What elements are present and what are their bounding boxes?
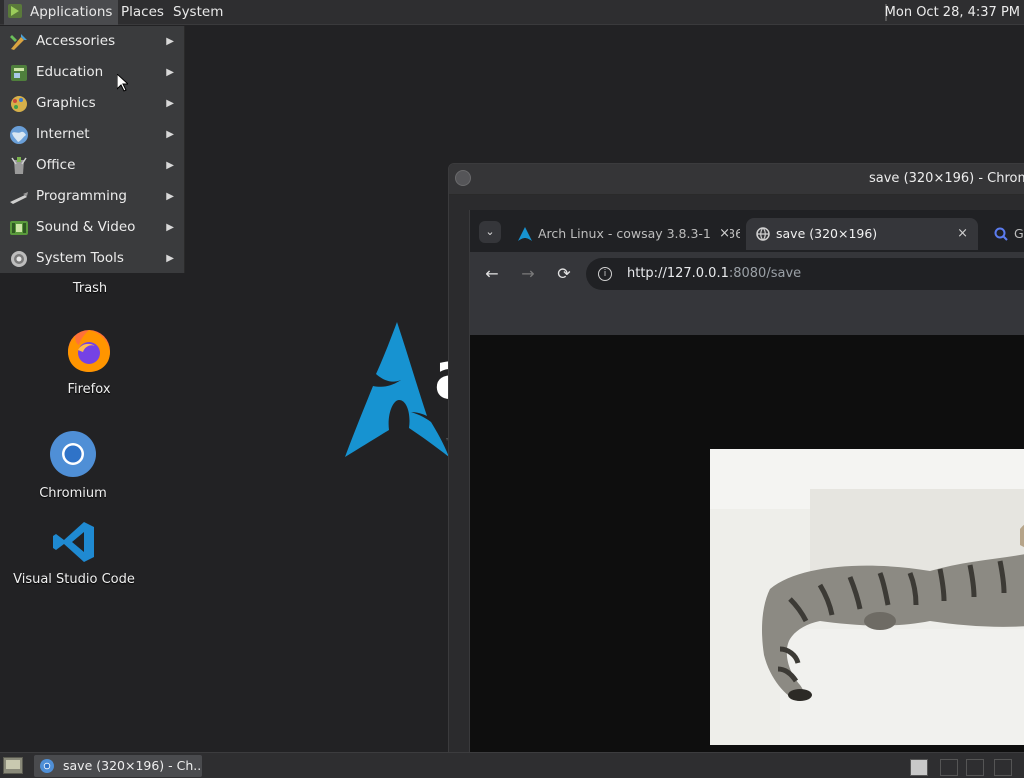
accessories-icon	[10, 34, 27, 50]
desktop-icon-trash[interactable]: Trash	[60, 277, 120, 296]
clock[interactable]: Mon Oct 28, 4:37 PM	[885, 0, 1020, 25]
system-tools-icon	[11, 251, 27, 267]
tab-search-button[interactable]: ⌄	[479, 221, 501, 243]
url-host: http://127.0.0.1	[627, 266, 729, 281]
firefox-label: Firefox	[67, 382, 111, 397]
menu-item-label: Internet	[36, 126, 90, 142]
menu-item-sound-video[interactable]: Sound & Video ▶	[0, 212, 184, 243]
page-viewport	[470, 335, 1024, 764]
url-text: http://127.0.0.1:8080/save	[627, 258, 801, 290]
menu-item-system-tools[interactable]: System Tools ▶	[0, 243, 184, 274]
graphics-icon	[11, 96, 27, 112]
sound-video-icon	[10, 221, 28, 235]
arch-favicon-icon	[518, 227, 532, 241]
menu-item-label: Education	[36, 64, 104, 80]
tab-third[interactable]: G	[984, 218, 1024, 250]
menu-item-label: Office	[36, 157, 76, 173]
tab-close-icon[interactable]: ×	[713, 218, 730, 250]
chromium-window[interactable]: save (320×196) - Chromium ⌄ Arch Linux -…	[448, 163, 1024, 765]
tab-arch-linux[interactable]: Arch Linux - cowsay 3.8.3-1 (x86_64) ×	[508, 218, 740, 250]
desktop-icon-chromium[interactable]: Chromium	[30, 430, 116, 501]
tab-title: Arch Linux - cowsay 3.8.3-1 (x86_64)	[538, 226, 740, 241]
desktop-icon-firefox[interactable]: Firefox	[52, 326, 126, 397]
applications-menu-button[interactable]: Applications	[4, 0, 119, 25]
workspace-1[interactable]	[910, 759, 928, 776]
browser-area: ⌄ Arch Linux - cowsay 3.8.3-1 (x86_64) ×…	[469, 210, 1024, 764]
bottom-panel: save (320×196) - Ch...	[0, 752, 1024, 778]
top-panel: Applications Places System Mon Oct 28, 4…	[0, 0, 1024, 25]
submenu-arrow-icon: ▶	[166, 98, 174, 109]
education-icon	[11, 65, 27, 81]
applications-label: Applications	[30, 4, 113, 20]
chromium-label: Chromium	[39, 486, 107, 501]
submenu-arrow-icon: ▶	[166, 191, 174, 202]
menu-item-accessories[interactable]: Accessories ▶	[0, 26, 184, 57]
submenu-arrow-icon: ▶	[166, 160, 174, 171]
desktop-icon-vscode[interactable]: Visual Studio Code	[10, 520, 138, 587]
site-info-icon[interactable]: i	[598, 267, 612, 281]
chromium-icon	[40, 759, 54, 773]
cat-photo	[710, 449, 1024, 745]
applications-icon	[8, 4, 22, 18]
trash-label: Trash	[72, 281, 108, 296]
bookmark-bar	[470, 297, 1024, 336]
tab-title: G	[1014, 226, 1024, 241]
window-close-button[interactable]	[455, 170, 471, 186]
vscode-label: Visual Studio Code	[13, 572, 135, 587]
menu-item-label: Sound & Video	[36, 219, 136, 235]
cat-image	[710, 449, 1024, 745]
submenu-arrow-icon: ▶	[166, 67, 174, 78]
globe-icon	[756, 227, 770, 241]
workspace-2[interactable]	[940, 759, 958, 776]
mouse-cursor-icon	[117, 74, 128, 92]
menu-item-programming[interactable]: Programming ▶	[0, 181, 184, 212]
tab-close-icon[interactable]: ×	[957, 218, 968, 250]
submenu-arrow-icon: ▶	[166, 253, 174, 264]
menu-item-office[interactable]: Office ▶	[0, 150, 184, 181]
menu-item-graphics[interactable]: Graphics ▶	[0, 88, 184, 119]
menu-item-label: Programming	[36, 188, 127, 204]
forward-button[interactable]: →	[518, 264, 538, 284]
menu-item-education[interactable]: Education ▶	[0, 57, 184, 88]
menu-item-label: Accessories	[36, 33, 116, 49]
workspace-4[interactable]	[994, 759, 1012, 776]
firefox-icon	[68, 330, 110, 372]
taskbar-item-label: save (320×196) - Ch...	[63, 758, 202, 773]
search-favicon-icon	[994, 227, 1008, 241]
applications-menu: Accessories ▶ Education ▶ Graphics ▶ Int…	[0, 26, 185, 273]
url-path: :8080/save	[728, 266, 802, 281]
internet-icon	[10, 126, 28, 144]
menu-item-label: System Tools	[36, 250, 124, 266]
back-button[interactable]: ←	[482, 264, 502, 284]
workspace-3[interactable]	[966, 759, 984, 776]
chevron-down-icon: ⌄	[485, 225, 495, 238]
chromium-icon	[50, 431, 96, 477]
vscode-icon	[53, 522, 94, 562]
tab-title: save (320×196)	[776, 226, 878, 241]
taskbar-item-chromium[interactable]: save (320×196) - Ch...	[34, 755, 202, 777]
programming-icon	[10, 192, 28, 204]
window-title: save (320×196) - Chromium	[869, 171, 1024, 186]
menu-item-label: Graphics	[36, 95, 96, 111]
places-menu-button[interactable]: Places	[115, 0, 170, 25]
system-menu-button[interactable]: System	[167, 0, 229, 25]
window-titlebar[interactable]: save (320×196) - Chromium	[449, 164, 1024, 195]
office-icon	[11, 157, 27, 174]
submenu-arrow-icon: ▶	[166, 36, 174, 47]
browser-toolbar: ← → ⟳ i http://127.0.0.1:8080/save	[470, 252, 1024, 297]
submenu-arrow-icon: ▶	[166, 129, 174, 140]
show-desktop-icon[interactable]	[3, 757, 23, 774]
tab-save[interactable]: save (320×196) ×	[746, 218, 978, 250]
submenu-arrow-icon: ▶	[166, 222, 174, 233]
menu-item-internet[interactable]: Internet ▶	[0, 119, 184, 150]
reload-button[interactable]: ⟳	[554, 264, 574, 284]
address-bar[interactable]: i http://127.0.0.1:8080/save	[586, 258, 1024, 290]
tab-strip: ⌄ Arch Linux - cowsay 3.8.3-1 (x86_64) ×…	[470, 210, 1024, 252]
